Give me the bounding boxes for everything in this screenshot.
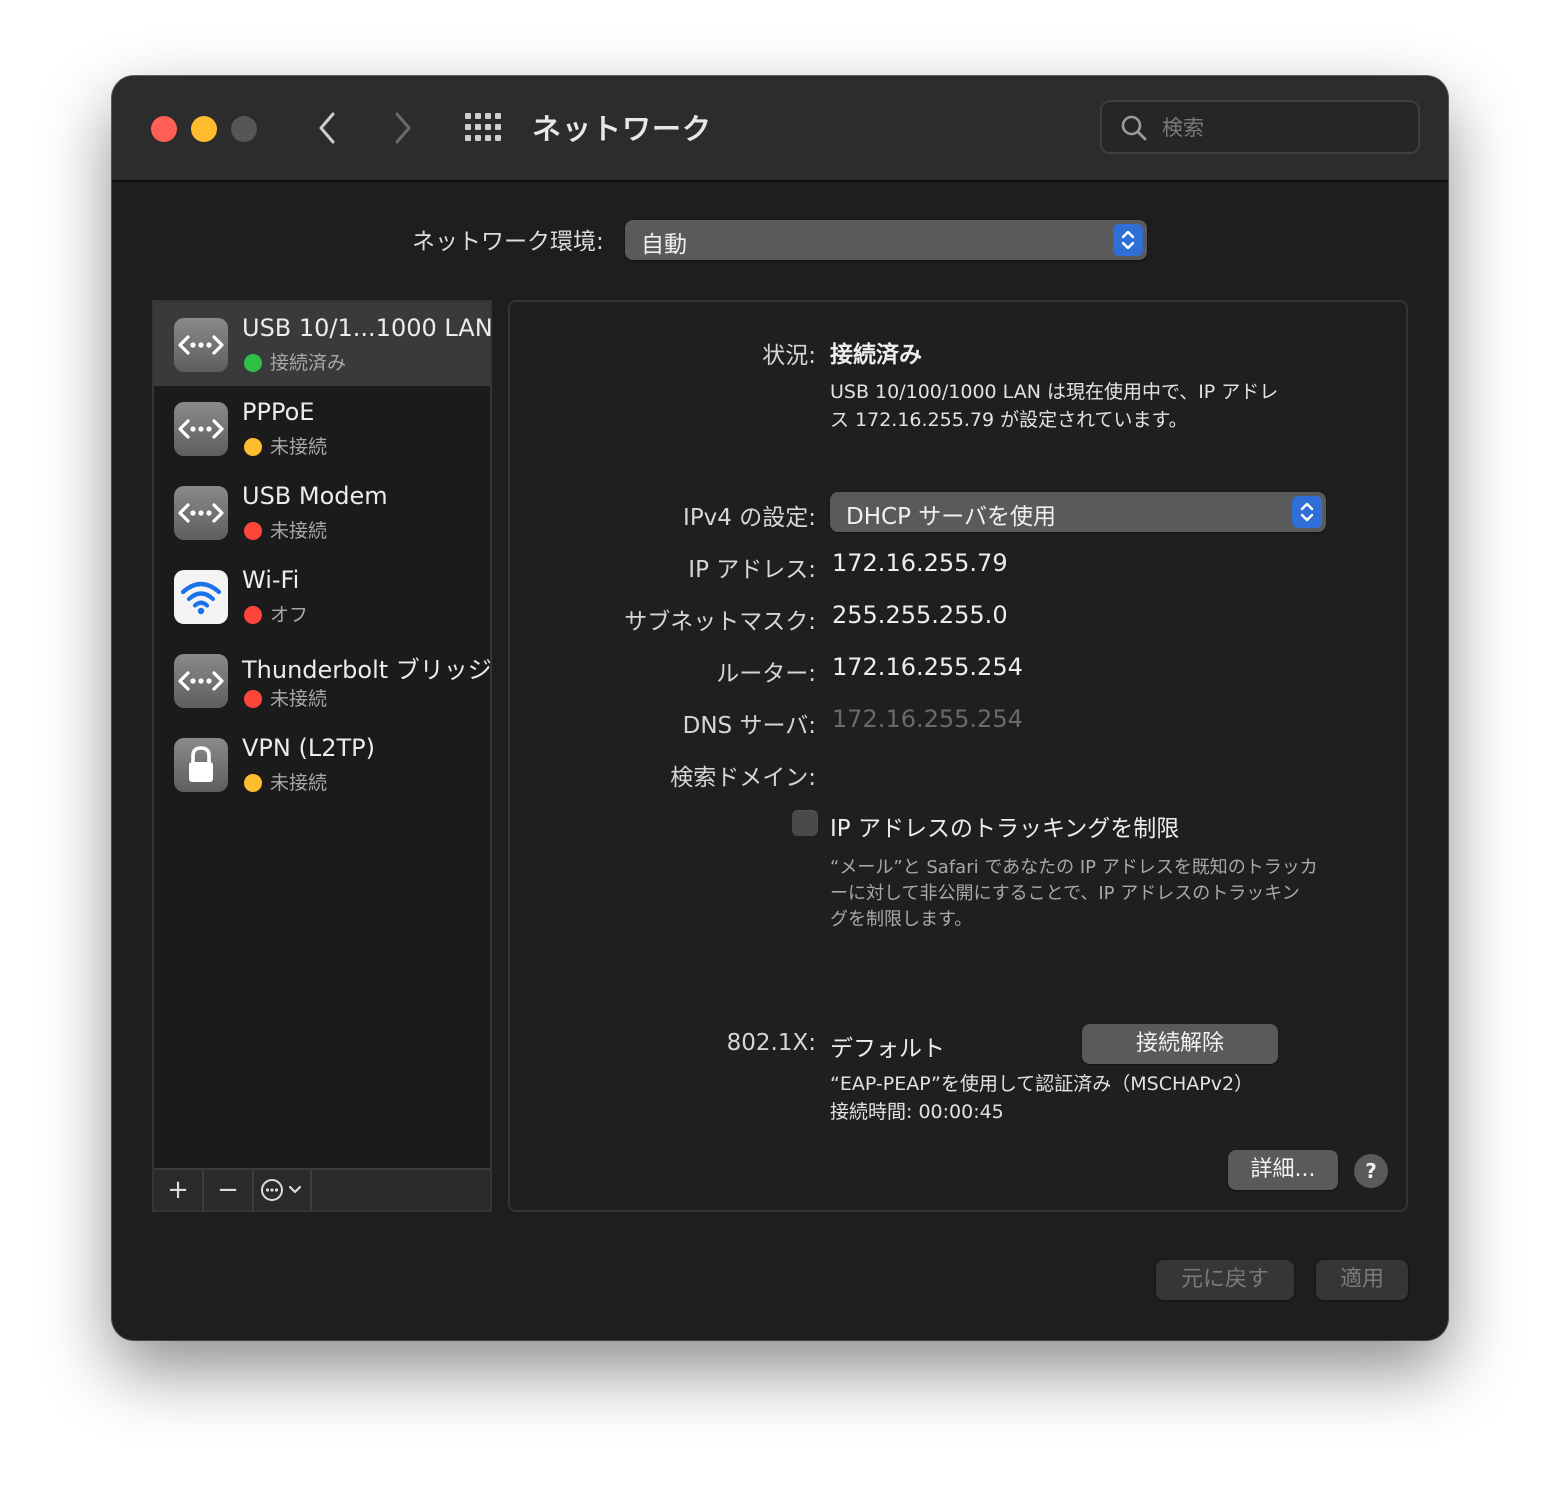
- popup-stepper-icon: [1113, 224, 1143, 256]
- service-item-vpn[interactable]: VPN (L2TP) 未接続: [154, 722, 490, 806]
- service-name: Thunderbolt ブリッジ: [242, 656, 492, 684]
- lock-icon: [174, 738, 228, 792]
- service-name: USB Modem: [242, 482, 388, 510]
- status-dot: [244, 438, 262, 456]
- advanced-button[interactable]: 詳細...: [1228, 1150, 1338, 1190]
- remove-service-button[interactable]: −: [204, 1170, 254, 1210]
- service-list-toolbar: + −: [154, 1168, 490, 1210]
- connect-time: 接続時間: 00:00:45: [830, 1101, 1004, 1123]
- ip-address-value: 172.16.255.79: [832, 549, 1008, 577]
- dns-server-label: DNS サーバ:: [682, 713, 816, 739]
- status-description-line1: USB 10/100/1000 LAN は現在使用中で、IP アドレ: [830, 381, 1279, 403]
- ellipsis-circle-icon: [261, 1179, 302, 1201]
- service-item-pppoe[interactable]: PPPoE 未接続: [154, 386, 490, 470]
- service-name: Wi-Fi: [242, 566, 300, 594]
- service-status: 未接続: [270, 436, 328, 458]
- status-label: 状況:: [762, 343, 816, 369]
- status-dot: [244, 522, 262, 540]
- tracking-note-line1: “メール”と Safari であなたの IP アドレスを既知のトラッカ: [830, 857, 1318, 878]
- service-detail-pane: 状況: 接続済み USB 10/100/1000 LAN は現在使用中で、IP …: [508, 300, 1408, 1212]
- service-item-wifi[interactable]: Wi-Fi オフ: [154, 554, 490, 638]
- service-status: 未接続: [270, 688, 328, 710]
- back-button[interactable]: [312, 108, 342, 148]
- tracking-note-line3: グを制限します。: [830, 909, 973, 930]
- dot1x-profile-value: デフォルト: [830, 1036, 945, 1062]
- subnet-mask-value: 255.255.255.0: [832, 601, 1008, 629]
- ethernet-icon: [174, 318, 228, 372]
- location-value: 自動: [641, 232, 687, 258]
- forward-button[interactable]: [388, 108, 418, 148]
- auth-info: “EAP-PEAP”を使用して認証済み（MSCHAPv2）: [830, 1073, 1254, 1095]
- status-dot: [244, 354, 262, 372]
- service-name: VPN (L2TP): [242, 734, 375, 762]
- service-name: USB 10/1...1000 LAN: [242, 314, 493, 342]
- subnet-mask-label: サブネットマスク:: [624, 609, 816, 635]
- chevron-left-icon: [319, 112, 335, 144]
- ethernet-icon: [174, 402, 228, 456]
- service-status: オフ: [270, 604, 309, 626]
- location-popup[interactable]: 自動: [625, 220, 1147, 260]
- service-item-usb-modem[interactable]: USB Modem 未接続: [154, 470, 490, 554]
- chevron-right-icon: [395, 112, 411, 144]
- ipv4-config-label: IPv4 の設定:: [683, 505, 816, 531]
- add-service-button[interactable]: +: [154, 1170, 204, 1210]
- minimize-window-button[interactable]: [191, 116, 217, 142]
- dns-server-value: 172.16.255.254: [832, 705, 1023, 733]
- help-button[interactable]: ?: [1354, 1154, 1388, 1188]
- service-list: USB 10/1...1000 LAN 接続済み PPPoE 未接続 USB M…: [152, 300, 493, 1212]
- network-preferences-window: ネットワーク ネットワーク環境: 自動 USB 10/1...1000 LAN …: [112, 76, 1448, 1340]
- search-field[interactable]: [1100, 100, 1420, 154]
- limit-ip-tracking-checkbox[interactable]: [792, 810, 818, 836]
- location-label: ネットワーク環境:: [412, 229, 604, 255]
- window-title: ネットワーク: [532, 112, 713, 146]
- ethernet-icon: [174, 654, 228, 708]
- popup-stepper-icon: [1292, 496, 1322, 528]
- service-item-thunderbolt-bridge[interactable]: Thunderbolt ブリッジ 未接続: [154, 638, 492, 722]
- search-input[interactable]: [1160, 110, 1414, 146]
- service-status: 接続済み: [270, 352, 347, 374]
- router-value: 172.16.255.254: [832, 653, 1023, 681]
- limit-ip-tracking-label[interactable]: IP アドレスのトラッキングを制限: [830, 809, 1179, 843]
- apply-button[interactable]: 適用: [1316, 1260, 1408, 1300]
- status-dot: [244, 690, 262, 708]
- ethernet-icon: [174, 486, 228, 540]
- search-domain-label: 検索ドメイン:: [670, 765, 816, 791]
- tracking-note-line2: ーに対して非公開にすることで、IP アドレスのトラッキン: [830, 883, 1300, 904]
- titlebar: ネットワーク: [112, 76, 1448, 182]
- ipv4-config-value: DHCP サーバを使用: [846, 504, 1057, 530]
- action-menu-button[interactable]: [254, 1170, 312, 1210]
- search-icon: [1121, 115, 1147, 141]
- ip-address-label: IP アドレス:: [688, 557, 816, 583]
- zoom-window-button[interactable]: [231, 116, 257, 142]
- disconnect-button[interactable]: 接続解除: [1082, 1024, 1278, 1064]
- service-status: 未接続: [270, 520, 328, 542]
- wifi-icon: [174, 570, 228, 624]
- status-description-line2: ス 172.16.255.79 が設定されています。: [830, 409, 1188, 431]
- service-status: 未接続: [270, 772, 328, 794]
- service-name: PPPoE: [242, 398, 315, 426]
- show-all-grid-icon[interactable]: [464, 112, 502, 142]
- revert-button[interactable]: 元に戻す: [1156, 1260, 1294, 1300]
- status-value: 接続済み: [830, 342, 922, 368]
- dot1x-label: 802.1X:: [726, 1030, 816, 1056]
- ipv4-config-popup[interactable]: DHCP サーバを使用: [830, 492, 1326, 532]
- router-label: ルーター:: [716, 661, 816, 687]
- status-dot: [244, 774, 262, 792]
- status-dot: [244, 606, 262, 624]
- close-window-button[interactable]: [151, 116, 177, 142]
- service-item-usb-lan[interactable]: USB 10/1...1000 LAN 接続済み: [154, 302, 493, 386]
